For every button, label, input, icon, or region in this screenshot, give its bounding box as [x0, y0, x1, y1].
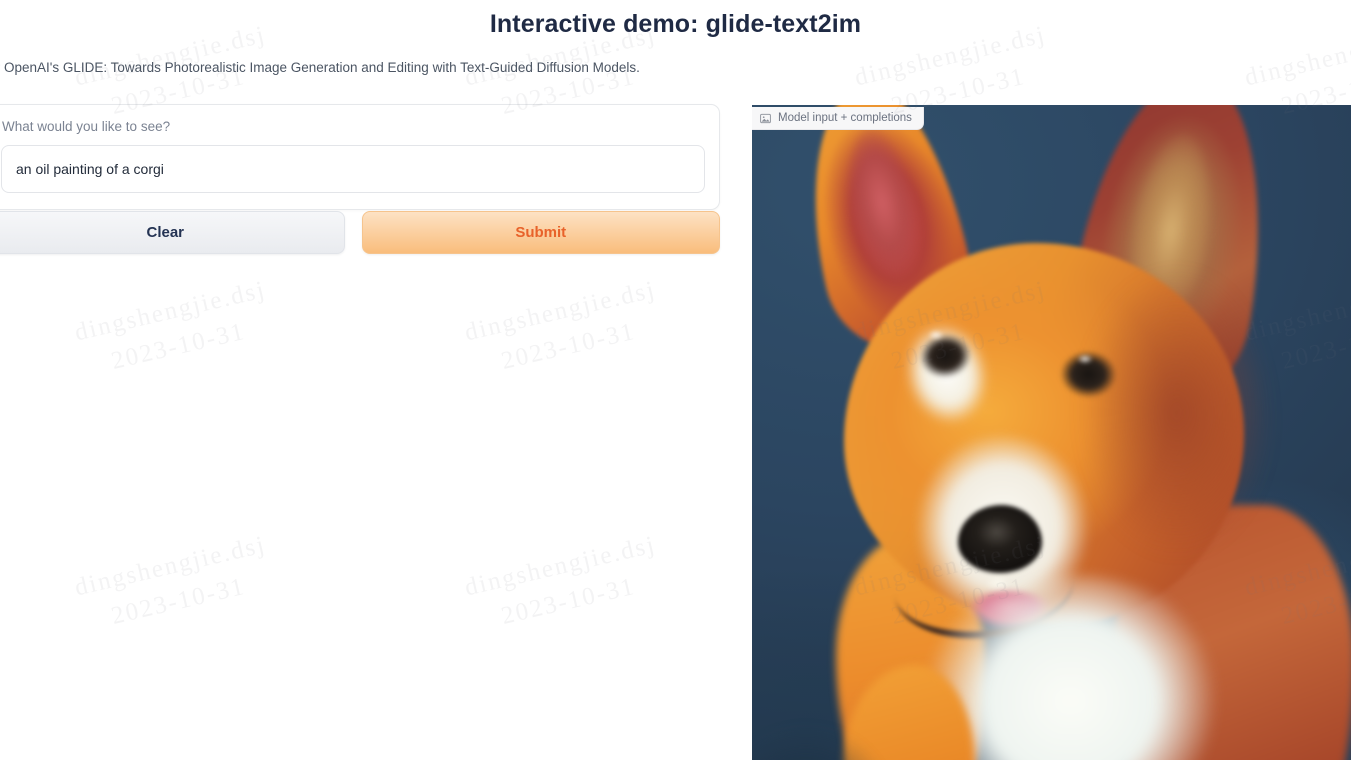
clear-button[interactable]: Clear — [0, 211, 345, 254]
watermark-date: 2023-10-31 — [498, 573, 639, 631]
output-badge-label: Model input + completions — [778, 112, 912, 124]
page-subtitle: mo for OpenAI's GLIDE: Towards Photoreal… — [0, 60, 640, 75]
watermark-tile: dingshengjie.dsj2023-10-31 — [366, 505, 803, 760]
watermark-tile: dingshengjie.dsj2023-10-31 — [0, 250, 414, 586]
watermark-tile: dingshengjie.dsj2023-10-31 — [366, 250, 803, 586]
prompt-card: What would you like to see? — [0, 104, 720, 210]
submit-button[interactable]: Submit — [361, 211, 720, 254]
page-title: Interactive demo: glide-text2im — [489, 10, 862, 38]
corgi-right-eye-highlight — [1075, 353, 1095, 365]
app-root: Interactive demo: glide-text2im mo for O… — [0, 0, 1351, 760]
corgi-left-eye-highlight — [926, 329, 946, 341]
watermark-date: 2023-10-31 — [108, 318, 249, 376]
watermark-text: dingshengjie.dsj — [72, 531, 269, 602]
action-button-row: Clear Submit — [0, 211, 720, 254]
output-image-panel[interactable] — [752, 105, 1351, 760]
watermark-tile: dingshengjie.dsj2023-10-31 — [0, 505, 414, 760]
watermark-text: dingshengjie.dsj — [72, 276, 269, 347]
watermark-date: 2023-10-31 — [108, 573, 249, 631]
watermark-text: dingshengjie.dsj — [462, 276, 659, 347]
image-icon — [760, 113, 771, 124]
prompt-label: What would you like to see? — [2, 119, 171, 134]
prompt-input[interactable] — [1, 145, 705, 193]
watermark-text: dingshengjie.dsj — [462, 531, 659, 602]
generated-image — [752, 105, 1351, 760]
output-badge: Model input + completions — [752, 107, 924, 130]
watermark-date: 2023-10-31 — [498, 318, 639, 376]
corgi-body-shadow — [752, 705, 932, 760]
